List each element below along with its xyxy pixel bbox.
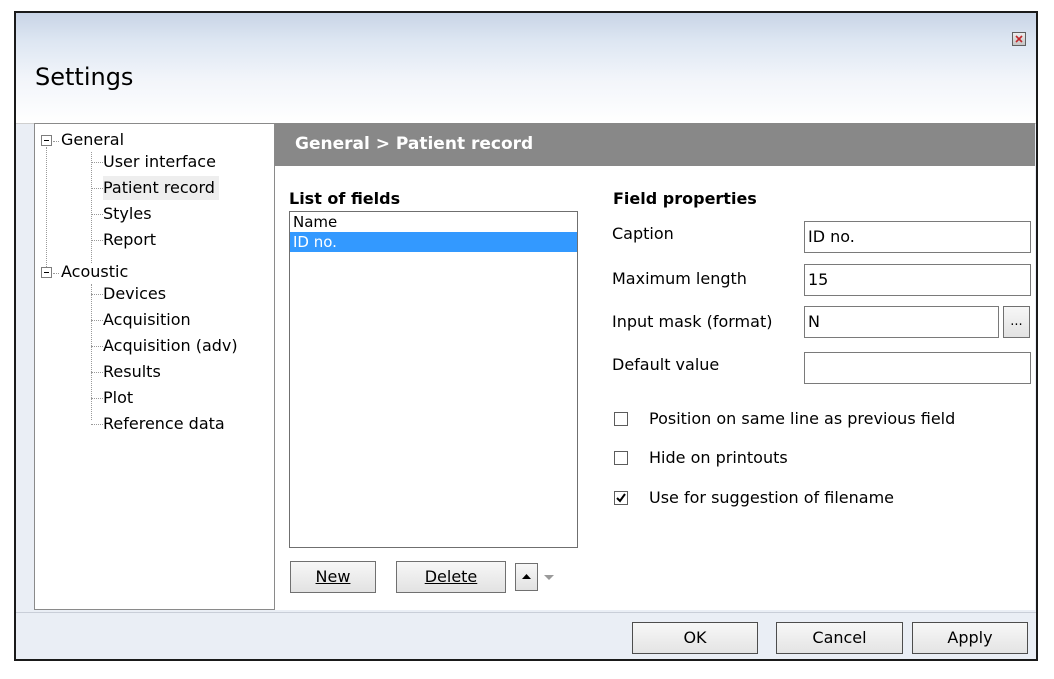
same-line-label: Position on same line as previous field: [649, 409, 956, 428]
list-of-fields-title: List of fields: [289, 189, 401, 208]
caption-label: Caption: [612, 224, 674, 243]
caption-input[interactable]: ID no.: [804, 221, 1031, 253]
arrow-down-icon: [544, 575, 554, 580]
collapse-acoustic-icon[interactable]: [41, 267, 52, 278]
delete-button-label: Delete: [424, 567, 478, 586]
filename-suggestion-checkbox[interactable]: [614, 491, 628, 505]
tree-item-plot[interactable]: Plot: [103, 386, 133, 410]
tree-item-devices[interactable]: Devices: [103, 282, 166, 306]
input-mask-input[interactable]: N: [804, 306, 999, 338]
same-line-checkbox[interactable]: [614, 412, 628, 426]
title-bar: Settings: [16, 13, 1036, 124]
fields-list[interactable]: Name ID no.: [289, 211, 578, 548]
ok-button[interactable]: OK: [632, 622, 758, 654]
footer-divider: [16, 612, 1036, 613]
browse-mask-button[interactable]: ...: [1003, 306, 1030, 338]
field-properties-title: Field properties: [613, 189, 757, 208]
delete-button[interactable]: Delete: [396, 561, 506, 593]
tree-node-general[interactable]: General: [61, 128, 124, 152]
filename-suggestion-label: Use for suggestion of filename: [649, 488, 895, 507]
dialog-title: Settings: [35, 63, 134, 91]
new-button-label: New: [315, 567, 351, 586]
tree-item-user-interface[interactable]: User interface: [103, 150, 216, 174]
tree-item-reference-data[interactable]: Reference data: [103, 412, 225, 436]
hide-printouts-label: Hide on printouts: [649, 448, 788, 467]
default-value-input[interactable]: [804, 352, 1031, 384]
max-length-input[interactable]: 15: [804, 264, 1031, 296]
tree-item-acquisition[interactable]: Acquisition: [103, 308, 191, 332]
panel-header: General > Patient record: [275, 123, 1035, 166]
list-item-name[interactable]: Name: [290, 212, 577, 232]
hide-printouts-checkbox[interactable]: [614, 451, 628, 465]
settings-window: Settings General User interface Patient …: [14, 11, 1038, 661]
tree-item-report[interactable]: Report: [103, 228, 156, 252]
tree-item-patient-record[interactable]: Patient record: [103, 176, 219, 200]
close-icon[interactable]: [1012, 32, 1026, 46]
tree-item-acquisition-adv[interactable]: Acquisition (adv): [103, 334, 238, 358]
input-mask-label: Input mask (format): [612, 312, 773, 331]
apply-button[interactable]: Apply: [912, 622, 1028, 654]
tree-node-acoustic[interactable]: Acoustic: [61, 260, 128, 284]
list-item-id-no[interactable]: ID no.: [290, 232, 577, 252]
cancel-button[interactable]: Cancel: [776, 622, 903, 654]
checkmark-icon: [616, 493, 626, 503]
collapse-general-icon[interactable]: [41, 135, 52, 146]
move-down-button[interactable]: [538, 563, 560, 591]
tree-item-results[interactable]: Results: [103, 360, 161, 384]
settings-tree[interactable]: General User interface Patient record St…: [34, 123, 275, 610]
arrow-up-icon: [522, 574, 531, 579]
max-length-label: Maximum length: [612, 269, 747, 288]
settings-panel: General > Patient record List of fields …: [275, 123, 1035, 610]
default-value-label: Default value: [612, 355, 720, 374]
new-button[interactable]: New: [290, 561, 376, 593]
move-up-button[interactable]: [515, 563, 538, 591]
tree-item-styles[interactable]: Styles: [103, 202, 152, 226]
